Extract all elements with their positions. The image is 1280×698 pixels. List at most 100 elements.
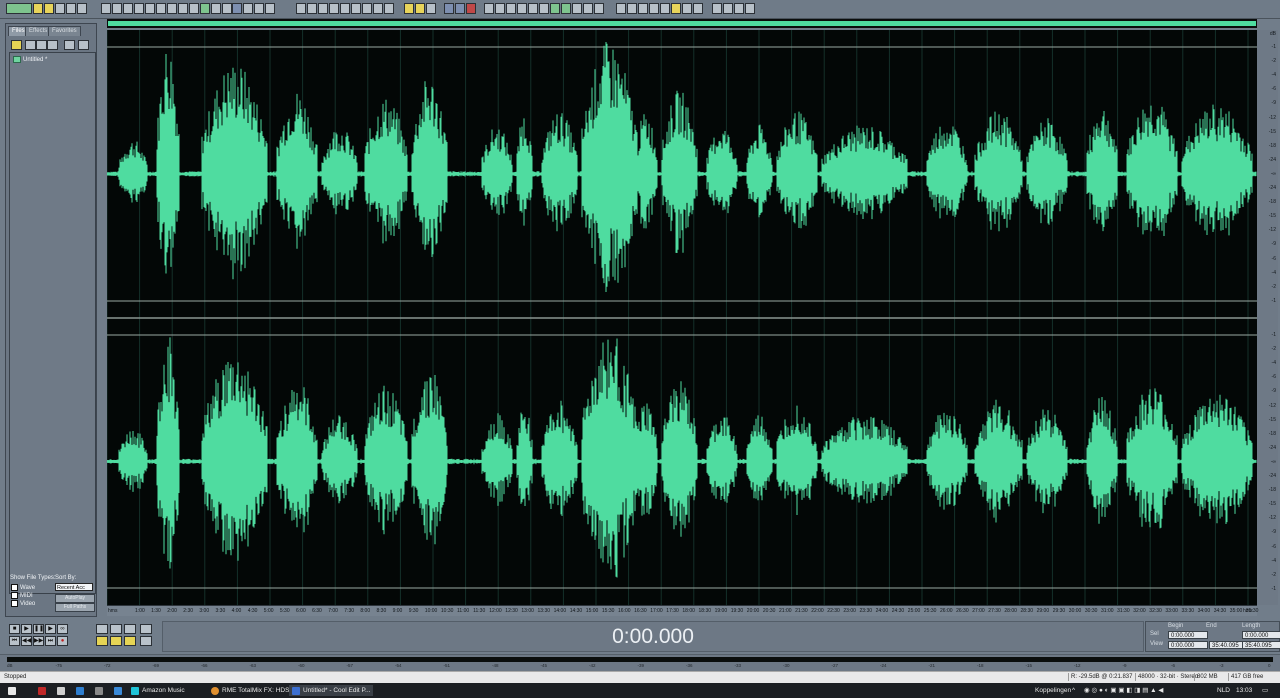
tool-i-icon[interactable] — [384, 3, 394, 14]
fx-g-icon[interactable] — [550, 3, 560, 14]
paste-icon[interactable] — [167, 3, 177, 14]
zoom-in-vertical-icon[interactable] — [140, 624, 152, 634]
misc-d-icon[interactable] — [745, 3, 755, 14]
misc-c-icon[interactable] — [734, 3, 744, 14]
overview-scroll-bar[interactable] — [107, 19, 1257, 28]
pinned-app-3[interactable] — [76, 685, 84, 696]
trim-icon[interactable] — [200, 3, 210, 14]
list-item[interactable]: Untitled * — [13, 56, 47, 63]
edit-view-toggle-icon[interactable] — [6, 3, 32, 14]
save-icon[interactable] — [55, 3, 65, 14]
mix-paste-icon[interactable] — [189, 3, 199, 14]
close-all-icon[interactable] — [36, 40, 47, 50]
sel-length-field[interactable]: 0:00.000 — [1242, 631, 1280, 639]
gen-b-icon[interactable] — [627, 3, 637, 14]
close-file-icon[interactable] — [66, 3, 76, 14]
pause-button[interactable]: ❚❚ — [33, 624, 44, 634]
organizer-sort-icon[interactable] — [78, 40, 89, 50]
fx-c-icon[interactable] — [506, 3, 516, 14]
zoom-selection-icon[interactable] — [124, 636, 136, 646]
tool-d-icon[interactable] — [329, 3, 339, 14]
fx-j-icon[interactable] — [583, 3, 593, 14]
video-checkbox[interactable] — [11, 600, 18, 607]
taskbar-item-amazon-music[interactable]: Amazon Music — [131, 685, 185, 696]
tool-h-icon[interactable] — [373, 3, 383, 14]
tray-chevron-icon[interactable]: ^ — [1072, 685, 1075, 696]
zoom-out-horizontal-icon[interactable] — [110, 624, 122, 634]
tool-f-icon[interactable] — [351, 3, 361, 14]
fx-d-icon[interactable] — [517, 3, 527, 14]
open-folder-icon[interactable] — [33, 3, 43, 14]
rewind-button[interactable]: ◀◀ — [21, 636, 32, 646]
waveform-display[interactable] — [107, 30, 1257, 605]
fx-b-icon[interactable] — [495, 3, 505, 14]
record-settings-icon[interactable] — [466, 3, 476, 14]
taskbar-item-cool-edit[interactable]: Untitled* - Cool Edit P... — [289, 685, 374, 696]
sel-begin-field[interactable]: 0:00.000 — [1168, 631, 1208, 639]
taskbar-item-rme[interactable]: RME TotalMix FX: HDS... — [211, 685, 295, 696]
settings-icon[interactable] — [444, 3, 454, 14]
tool-g-icon[interactable] — [362, 3, 372, 14]
pinned-app-5[interactable] — [114, 685, 122, 696]
spectral-view-icon[interactable] — [232, 3, 242, 14]
go-to-start-button[interactable]: ⏮ — [9, 636, 20, 646]
fx-i-icon[interactable] — [572, 3, 582, 14]
tool-e-icon[interactable] — [340, 3, 350, 14]
waveform-view-icon[interactable] — [243, 3, 253, 14]
filter-midi[interactable]: MIDI — [11, 592, 33, 599]
misc-a-icon[interactable] — [712, 3, 722, 14]
tool-b-icon[interactable] — [307, 3, 317, 14]
record-button[interactable]: ● — [57, 636, 68, 646]
fx-k-icon[interactable] — [594, 3, 604, 14]
fx-a-icon[interactable] — [484, 3, 494, 14]
gen-h-icon[interactable] — [693, 3, 703, 14]
redo-icon[interactable] — [112, 3, 122, 14]
wave-checkbox[interactable] — [11, 584, 18, 591]
fx-e-icon[interactable] — [528, 3, 538, 14]
pinned-app-1[interactable] — [38, 685, 46, 696]
network-label[interactable]: Koppelingen — [1035, 685, 1071, 696]
gen-c-icon[interactable] — [638, 3, 648, 14]
stop-button[interactable]: ■ — [9, 624, 20, 634]
fx-f-icon[interactable] — [539, 3, 549, 14]
gen-f-icon[interactable] — [671, 3, 681, 14]
misc-b-icon[interactable] — [723, 3, 733, 14]
undo-icon[interactable] — [101, 3, 111, 14]
view-begin-field[interactable]: 0:00.000 — [1168, 641, 1208, 649]
tray-icons[interactable]: ◉ ◎ ● ◐ ▣ ▣ ◧ ◨ ▤ ▲ ◀ — [1084, 685, 1163, 696]
cue-icon[interactable] — [404, 3, 414, 14]
time-ruler[interactable]: hms 1:00 1:30 2:00 2:30 3:00 3:30 4:00 4:30 5:00 5… — [107, 605, 1258, 616]
sort-select[interactable]: Recent Acc — [55, 583, 93, 591]
frequency-analysis-icon[interactable] — [254, 3, 264, 14]
device-icon[interactable] — [455, 3, 465, 14]
repeat-icon[interactable] — [123, 3, 133, 14]
play-button[interactable]: ▶ — [21, 624, 32, 634]
open-file-icon[interactable] — [11, 40, 22, 50]
overview-range[interactable] — [108, 21, 1256, 26]
start-button[interactable] — [8, 685, 16, 696]
copy-new-icon[interactable] — [156, 3, 166, 14]
gen-g-icon[interactable] — [682, 3, 692, 14]
gen-e-icon[interactable] — [660, 3, 670, 14]
filter-wave[interactable]: Wave — [11, 584, 35, 591]
fast-forward-button[interactable]: ▶▶ — [33, 636, 44, 646]
autoplay-button[interactable]: AutoPlay — [55, 594, 95, 603]
filter-video[interactable]: Video — [11, 600, 35, 607]
clock[interactable]: 13:03 — [1236, 685, 1252, 696]
zoom-in-horizontal-icon[interactable] — [96, 624, 108, 634]
organizer-settings-icon[interactable] — [64, 40, 75, 50]
marker-icon[interactable] — [415, 3, 425, 14]
tool-a-icon[interactable] — [296, 3, 306, 14]
full-paths-button[interactable]: Full Paths — [55, 603, 95, 612]
close-file-icon[interactable] — [25, 40, 36, 50]
playlist-icon[interactable] — [426, 3, 436, 14]
copy-icon[interactable] — [145, 3, 155, 14]
insert-icon[interactable] — [47, 40, 58, 50]
statistics-icon[interactable] — [265, 3, 275, 14]
notification-icon[interactable]: ▭ — [1262, 685, 1268, 696]
delete-icon[interactable] — [211, 3, 221, 14]
midi-checkbox[interactable] — [11, 592, 18, 599]
pinned-app-2[interactable] — [57, 685, 65, 696]
pinned-app-4[interactable] — [95, 685, 103, 696]
open-append-icon[interactable] — [44, 3, 54, 14]
